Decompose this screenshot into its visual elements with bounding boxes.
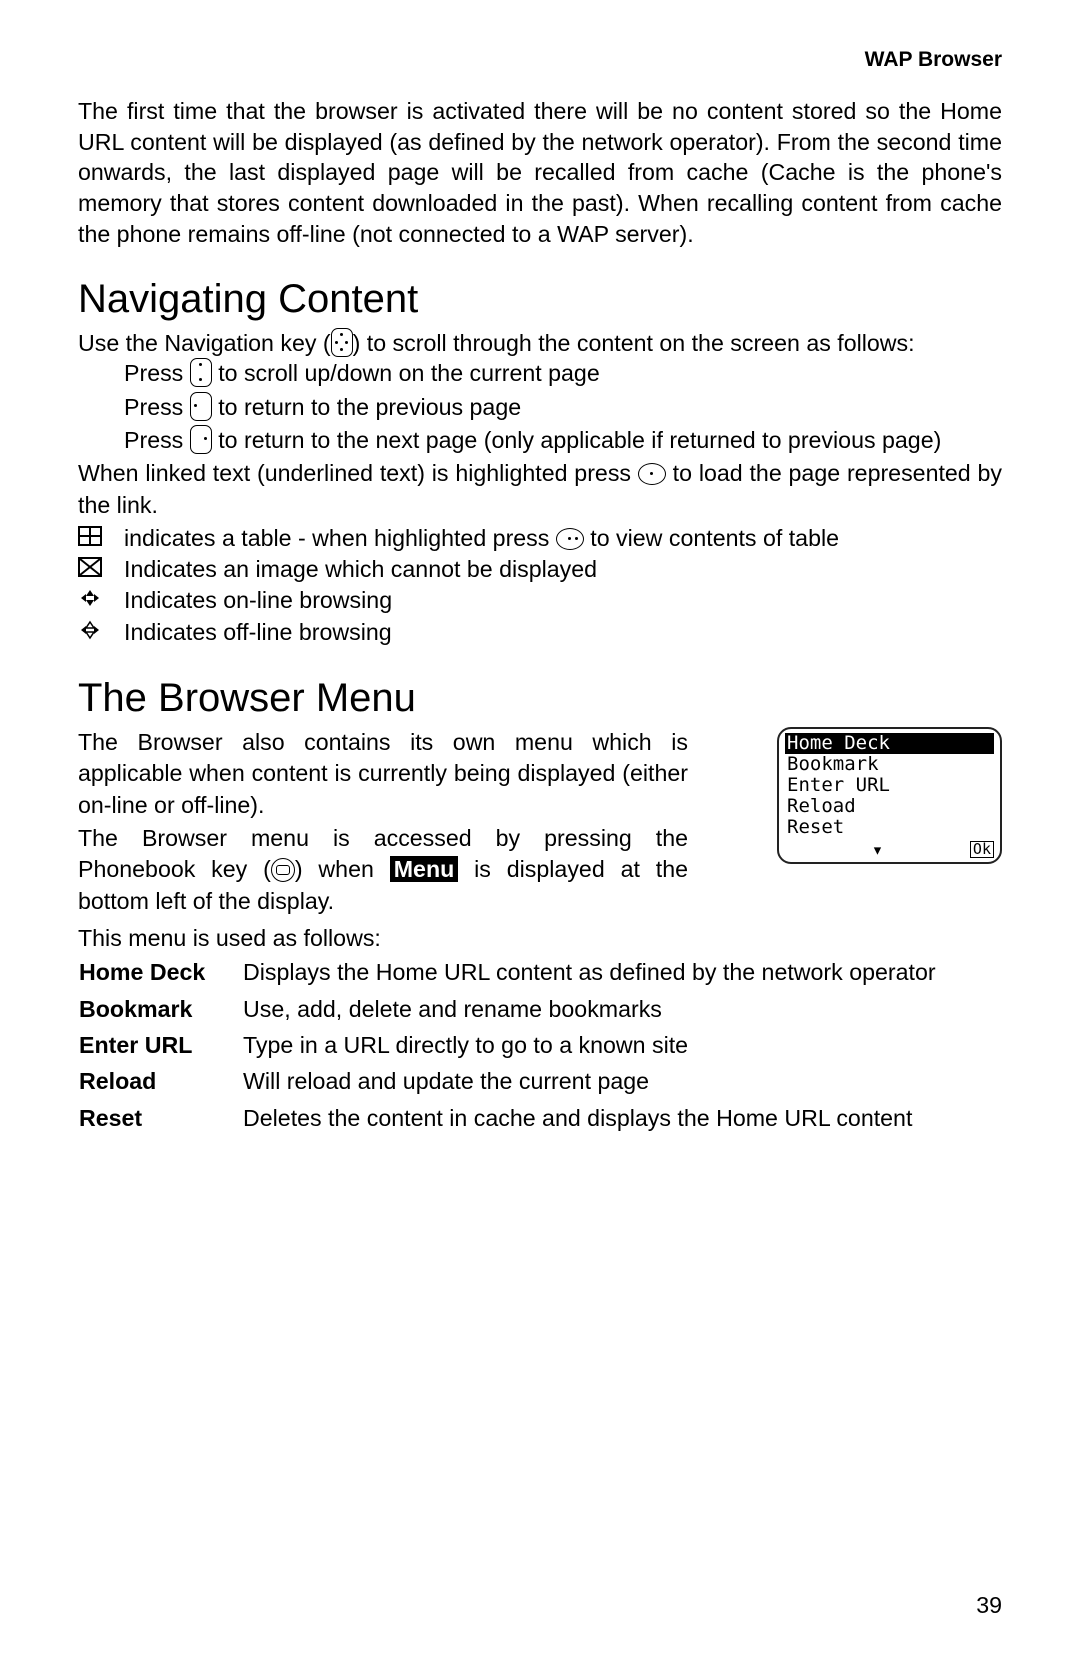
menu-p3: This menu is used as follows: bbox=[78, 923, 1002, 954]
press-1: Press bbox=[124, 360, 183, 386]
v-rel: Will reload and update the current page bbox=[242, 1065, 1002, 1101]
offline-icon bbox=[78, 617, 124, 648]
nav-key-icon bbox=[331, 328, 353, 357]
press-2: Press bbox=[124, 394, 183, 420]
section-header: WAP Browser bbox=[78, 48, 1002, 72]
down-arrow-icon: ▾ bbox=[872, 840, 883, 861]
nav-line-1: Press to scroll up/down on the current p… bbox=[124, 358, 1002, 389]
table-row: BookmarkUse, add, delete and rename book… bbox=[78, 993, 1002, 1029]
nav-line-3: Press to return to the next page (only a… bbox=[124, 425, 1002, 456]
screen-item-reload: Reload bbox=[785, 796, 994, 817]
menu-p1: The Browser also contains its own menu w… bbox=[78, 727, 688, 821]
select-key-icon bbox=[638, 463, 666, 485]
table-row: ReloadWill reload and update the current… bbox=[78, 1065, 1002, 1101]
v-res: Deletes the content in cache and display… bbox=[242, 1102, 1002, 1138]
phone-screen: Home Deck Bookmark Enter URL Reload Rese… bbox=[777, 727, 1002, 864]
table-row: Enter URLType in a URL directly to go to… bbox=[78, 1029, 1002, 1065]
heading-navigating: Navigating Content bbox=[78, 277, 1002, 322]
table-row: Home DeckDisplays the Home URL content a… bbox=[78, 956, 1002, 992]
k-url: Enter URL bbox=[78, 1029, 242, 1065]
phonebook-key-icon bbox=[271, 858, 295, 882]
select-key-icon-2 bbox=[556, 528, 584, 550]
key-left-icon bbox=[190, 392, 212, 421]
k-home: Home Deck bbox=[78, 956, 242, 992]
linked-text-para: When linked text (underlined text) is hi… bbox=[78, 458, 1002, 521]
menu-p2b: ) when bbox=[295, 856, 390, 882]
nav-l2: to return to the previous page bbox=[218, 394, 521, 420]
ok-label: Ok bbox=[970, 841, 994, 858]
nav-lead-b: ) to scroll through the content on the s… bbox=[353, 330, 915, 356]
ind-0b: to view contents of table bbox=[584, 525, 839, 551]
key-right-icon bbox=[190, 425, 212, 454]
v-book: Use, add, delete and rename bookmarks bbox=[242, 993, 1002, 1029]
ind-0a: indicates a table - when highlighted pre… bbox=[124, 525, 556, 551]
v-url: Type in a URL directly to go to a known … bbox=[242, 1029, 1002, 1065]
indicator-row-online: Indicates on-line browsing bbox=[78, 585, 1002, 616]
table-row: ResetDeletes the content in cache and di… bbox=[78, 1102, 1002, 1138]
intro-paragraph: The first time that the browser is activ… bbox=[78, 96, 1002, 249]
screen-item-enterurl: Enter URL bbox=[785, 775, 994, 796]
nav-line-2: Press to return to the previous page bbox=[124, 392, 1002, 423]
ind-2: Indicates on-line browsing bbox=[124, 585, 1002, 616]
menu-highlight: Menu bbox=[390, 856, 459, 882]
nav-lead-a: Use the Navigation key ( bbox=[78, 330, 331, 356]
v-home: Displays the Home URL content as defined… bbox=[242, 956, 1002, 992]
menu-p2: The Browser menu is accessed by pressing… bbox=[78, 823, 688, 917]
screen-item-home: Home Deck bbox=[785, 733, 994, 754]
ind-3: Indicates off-line browsing bbox=[124, 617, 1002, 648]
ind-1: Indicates an image which cannot be displ… bbox=[124, 554, 1002, 585]
nav-l1: to scroll up/down on the current page bbox=[218, 360, 600, 386]
k-rel: Reload bbox=[78, 1065, 242, 1101]
screen-item-reset: Reset bbox=[785, 817, 994, 838]
online-icon bbox=[78, 585, 124, 616]
k-res: Reset bbox=[78, 1102, 242, 1138]
indicator-row-offline: Indicates off-line browsing bbox=[78, 617, 1002, 648]
linked-a: When linked text (underlined text) is hi… bbox=[78, 460, 638, 486]
table-icon bbox=[78, 523, 124, 554]
indicator-row-image: Indicates an image which cannot be displ… bbox=[78, 554, 1002, 585]
heading-browser-menu: The Browser Menu bbox=[78, 676, 1002, 721]
menu-definitions: Home DeckDisplays the Home URL content a… bbox=[78, 956, 1002, 1138]
key-updown-icon bbox=[190, 358, 212, 387]
broken-image-icon bbox=[78, 554, 124, 585]
indicator-row-table: indicates a table - when highlighted pre… bbox=[78, 523, 1002, 554]
press-3: Press bbox=[124, 427, 183, 453]
nav-l3: to return to the next page (only applica… bbox=[218, 427, 941, 453]
nav-lead: Use the Navigation key ( ) to scroll thro… bbox=[78, 328, 1002, 358]
page-number: 39 bbox=[976, 1592, 1002, 1619]
screen-item-bookmark: Bookmark bbox=[785, 754, 994, 775]
k-book: Bookmark bbox=[78, 993, 242, 1029]
